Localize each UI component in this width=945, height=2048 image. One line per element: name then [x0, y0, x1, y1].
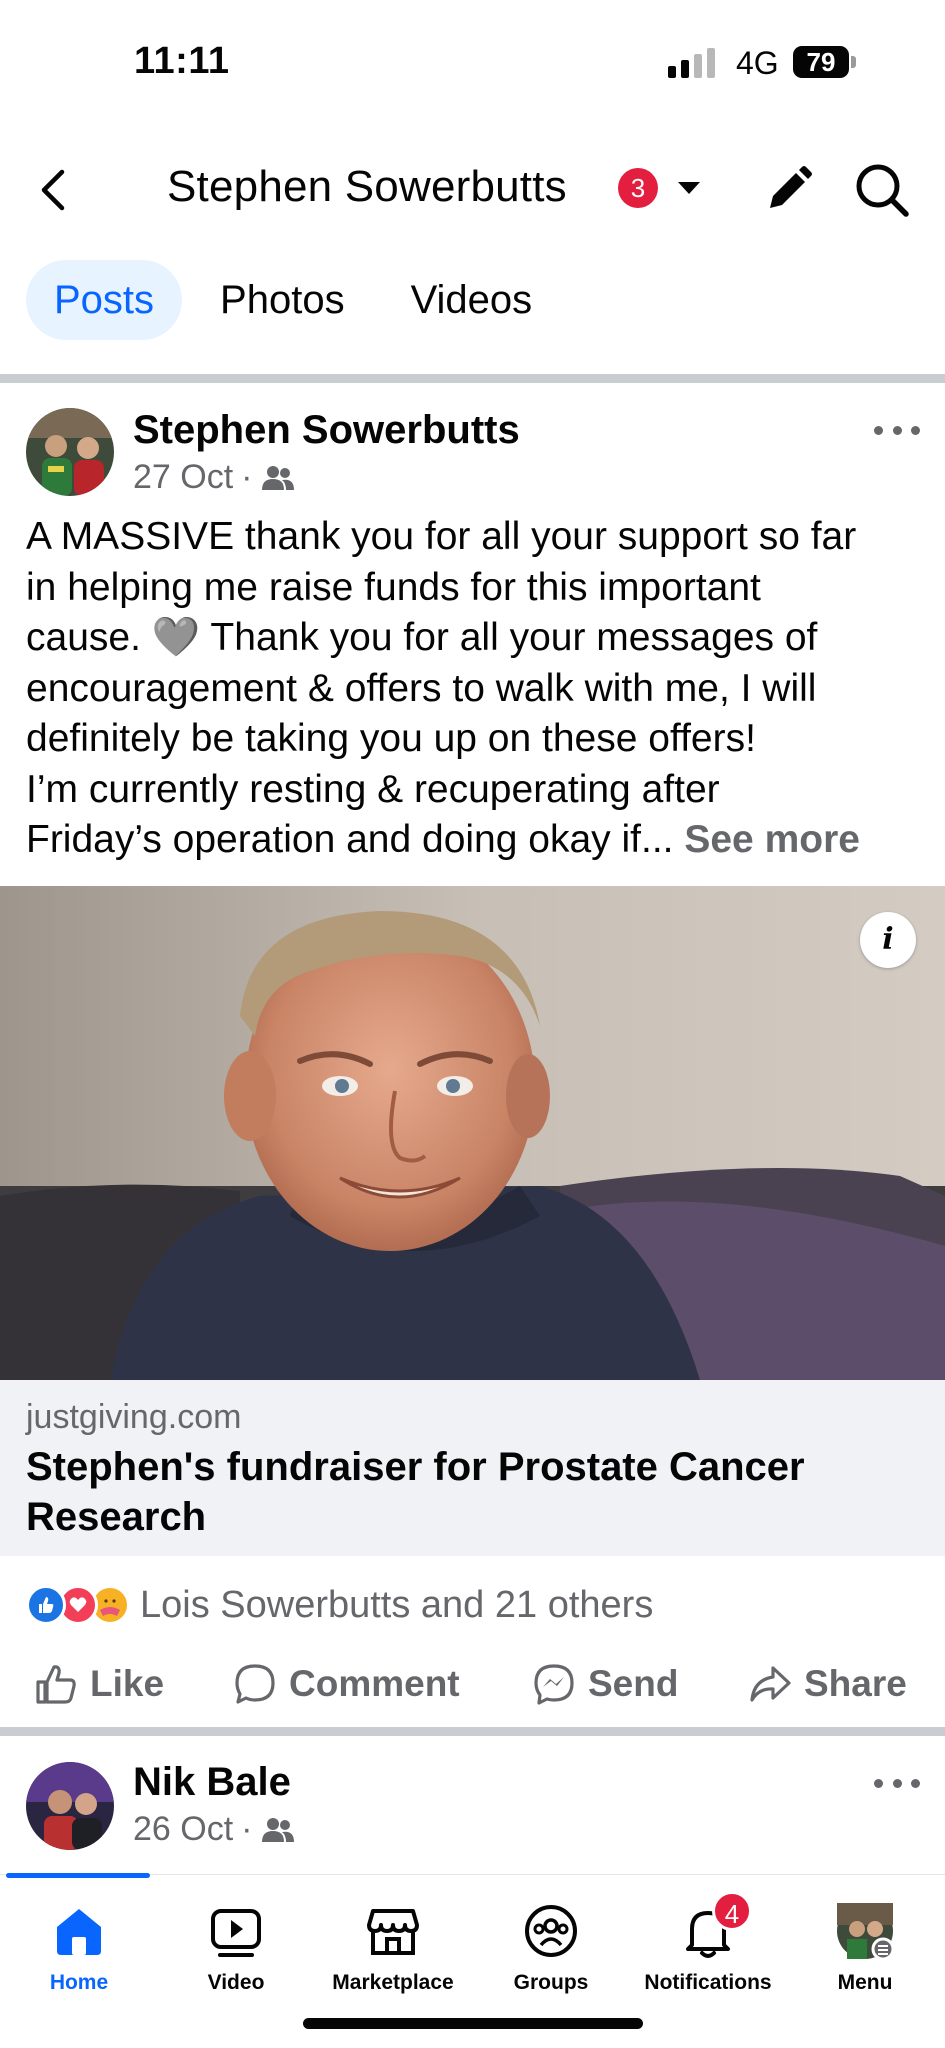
post-actions: Like Comment Send Share	[0, 1656, 945, 1712]
next-author-avatar[interactable]	[26, 1762, 114, 1850]
post-divider	[0, 1727, 945, 1736]
menu-avatar-icon	[835, 1901, 895, 1961]
reactors-text: Lois Sowerbutts and 21 others	[140, 1583, 654, 1626]
avatar-photo	[26, 408, 114, 496]
share-button[interactable]: Share	[748, 1656, 907, 1712]
post-text: A MASSIVE thank you for all your support…	[26, 512, 926, 866]
active-tab-indicator	[6, 1873, 150, 1878]
next-post-meta: 26 Oct ·	[133, 1810, 295, 1849]
back-button[interactable]	[30, 160, 80, 220]
nav-notifications-label: Notifications	[644, 1971, 772, 1994]
network-type: 4G	[736, 45, 779, 81]
search-button[interactable]	[852, 160, 912, 220]
nav-video[interactable]: Video	[157, 1901, 315, 1995]
nav-menu[interactable]: Menu	[786, 1901, 944, 1995]
profile-tabs: Posts Photos Videos	[26, 260, 560, 340]
like-label: Like	[90, 1663, 165, 1704]
friends-icon	[261, 1817, 294, 1842]
link-domain: justgiving.com	[26, 1398, 242, 1436]
like-button[interactable]: Like	[34, 1656, 164, 1712]
battery-icon: 79	[793, 46, 849, 78]
groups-icon	[521, 1901, 581, 1961]
send-label: Send	[588, 1663, 679, 1704]
post-text-line: A MASSIVE thank you for all your support…	[26, 515, 857, 558]
send-button[interactable]: Send	[532, 1656, 678, 1712]
section-divider	[0, 374, 945, 383]
post-date[interactable]: 27 Oct	[133, 458, 233, 497]
thumbs-up-icon	[36, 1665, 76, 1704]
link-title: Stephen's fundraiser for Prostate Cancer…	[26, 1445, 805, 1539]
nav-groups-label: Groups	[513, 1971, 589, 1994]
video-icon	[206, 1901, 266, 1961]
nav-home-label: Home	[49, 1971, 109, 1994]
author-avatar[interactable]	[26, 408, 114, 496]
search-icon	[856, 164, 909, 217]
link-preview-card[interactable]: justgiving.com Stephen's fundraiser for …	[0, 1380, 945, 1556]
info-button[interactable]: i	[860, 912, 916, 968]
next-post-options-button[interactable]	[874, 1773, 920, 1793]
nav-marketplace-label: Marketplace	[332, 1971, 454, 1994]
post-meta: 27 Oct ·	[133, 458, 295, 497]
nav-home[interactable]: Home	[0, 1901, 158, 1995]
post-text-line: Friday’s operation and doing okay if...	[26, 818, 674, 861]
nav-notifications[interactable]: 4 Notifications	[629, 1891, 787, 1995]
meta-separator: ·	[241, 458, 253, 496]
post-text-line: cause. 🩶 Thank you for all your messages…	[26, 616, 818, 659]
chevron-left-icon	[41, 169, 65, 211]
meta-separator: ·	[241, 1810, 253, 1848]
post-text-line: in helping me raise funds for this impor…	[26, 565, 761, 609]
next-post-date[interactable]: 26 Oct	[133, 1810, 233, 1849]
home-indicator	[303, 2018, 643, 2029]
comment-icon	[235, 1664, 275, 1704]
tab-videos[interactable]: Videos	[383, 260, 561, 340]
reaction-summary[interactable]: Lois Sowerbutts and 21 others	[26, 1580, 653, 1630]
edit-button[interactable]	[760, 162, 816, 218]
marketplace-icon	[363, 1901, 423, 1961]
caret-down-icon[interactable]	[678, 182, 700, 194]
bell-icon: 4	[678, 1891, 752, 1961]
tab-photos[interactable]: Photos	[192, 260, 373, 340]
top-nav: Stephen Sowerbutts 3	[0, 150, 945, 230]
share-label: Share	[804, 1663, 907, 1704]
nav-menu-label: Menu	[837, 1971, 893, 1994]
post-text-line: encouragement & offers to walk with me, …	[26, 666, 817, 710]
signal-icon	[668, 48, 715, 78]
status-time: 11:11	[134, 40, 230, 82]
comment-label: Comment	[289, 1663, 460, 1704]
status-bar: 11:11 4G 79	[0, 0, 945, 120]
home-icon	[49, 1901, 109, 1961]
title-badge: 3	[618, 168, 658, 208]
tab-posts[interactable]: Posts	[26, 260, 183, 340]
comment-button[interactable]: Comment	[233, 1656, 460, 1712]
nav-groups[interactable]: Groups	[472, 1901, 630, 1995]
next-post-author[interactable]: Nik Bale	[133, 1760, 291, 1805]
pencil-icon	[770, 166, 812, 208]
avatar-photo	[26, 1762, 114, 1850]
friends-icon	[261, 465, 294, 490]
like-reaction-icon	[26, 1585, 66, 1625]
page-title[interactable]: Stephen Sowerbutts	[167, 162, 567, 212]
see-more-link[interactable]: See more	[684, 818, 860, 861]
messenger-icon	[534, 1664, 574, 1705]
nav-marketplace[interactable]: Marketplace	[314, 1901, 472, 1995]
post-author[interactable]: Stephen Sowerbutts	[133, 408, 520, 453]
post-photo	[0, 886, 945, 1380]
share-icon	[750, 1666, 791, 1702]
nav-video-label: Video	[207, 1971, 265, 1994]
post-options-button[interactable]	[874, 420, 920, 440]
post-text-line: I’m currently resting & recuperating aft…	[26, 767, 720, 811]
notifications-badge: 4	[712, 1891, 752, 1931]
post-text-line: definitely be taking you up on these off…	[26, 717, 756, 760]
battery-cap	[851, 56, 856, 68]
post-image[interactable]	[0, 886, 945, 1380]
post-text-line-last: Friday’s operation and doing okay if... …	[26, 815, 926, 866]
